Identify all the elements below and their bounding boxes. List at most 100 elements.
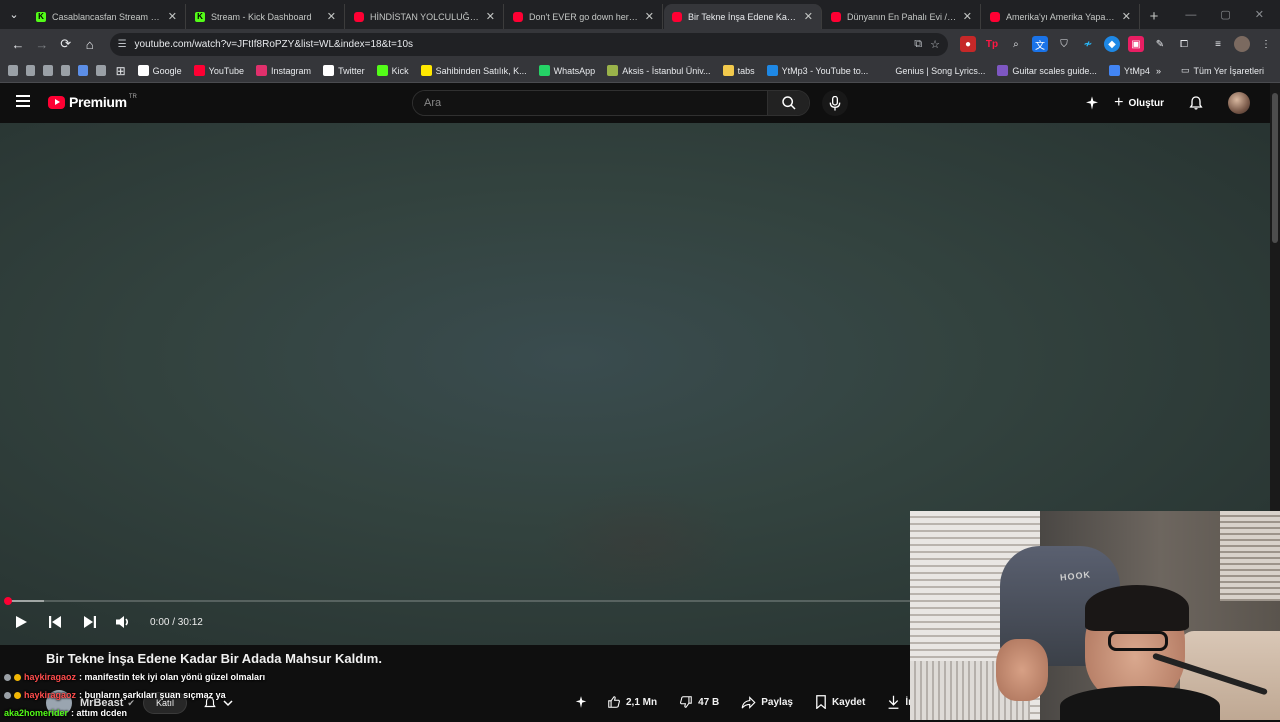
youtube-play-logo-icon <box>48 95 65 109</box>
volume-button[interactable] <box>106 609 140 635</box>
dislike-button[interactable]: 47 B <box>672 690 726 714</box>
webcam-streamer-hand <box>996 639 1048 701</box>
bookmark-item[interactable]: Kick <box>371 65 415 76</box>
account-avatar[interactable] <box>1228 92 1250 114</box>
bookmark-item[interactable]: Guitar scales guide... <box>991 65 1103 76</box>
bookmark-folder-icon[interactable] <box>78 65 88 76</box>
guide-menu-icon[interactable] <box>16 95 30 107</box>
bookmark-folder-icon[interactable] <box>25 65 36 76</box>
adblock-extension-icon[interactable]: ● <box>959 36 976 52</box>
tab-title: Bir Tekne İnşa Edene Kadar Bir A <box>688 11 798 22</box>
address-bar[interactable]: ☰ youtube.com/watch?v=JFtIf8RoPZY&list=W… <box>109 32 948 56</box>
like-button[interactable]: 2,1 Mn <box>600 690 664 714</box>
bookmark-folder-icon[interactable] <box>60 65 71 76</box>
search-input[interactable] <box>413 91 767 115</box>
eyedropper-extension-icon[interactable]: ✎ <box>1152 36 1168 52</box>
bookmark-label: YtMp3 - YouTube to... <box>781 65 869 76</box>
close-tab-icon[interactable]: ✕ <box>327 10 336 23</box>
extensions-puzzle-icon[interactable]: ⧠ <box>1176 36 1192 52</box>
folder-icon: ▭ <box>1180 65 1190 75</box>
browser-tab[interactable]: Don't EVER go down here... (Pa ✕ <box>505 4 663 29</box>
create-button[interactable]: + Oluştur <box>1114 94 1164 112</box>
bookmark-item[interactable]: tabs <box>717 65 761 76</box>
site-info-icon[interactable]: ☰ <box>118 39 127 50</box>
browser-menu-icon[interactable]: ⋮ <box>1258 36 1274 52</box>
kick-icon: K <box>36 11 46 22</box>
bookmark-list: Google YouTube Instagram Twitter Kick Sahibin… <box>132 65 1156 76</box>
close-window-icon[interactable]: ✕ <box>1255 8 1264 21</box>
close-tab-icon[interactable]: ✕ <box>168 10 177 23</box>
vpn-extension-icon[interactable]: ◆ <box>1103 36 1120 52</box>
close-tab-icon[interactable]: ✕ <box>963 10 972 23</box>
home-button[interactable]: ⌂ <box>78 32 102 56</box>
bookmark-label: Twitter <box>338 65 365 76</box>
bookmark-item[interactable]: YtMp3 - YouTube to... <box>761 65 875 76</box>
cast-extension-icon[interactable]: ▣ <box>1127 36 1144 52</box>
next-button[interactable] <box>72 609 106 635</box>
bookmark-item[interactable]: Aksis - İstanbul Üniv... <box>601 65 716 76</box>
reading-list-icon[interactable]: ≡ <box>1210 36 1226 52</box>
close-tab-icon[interactable]: ✕ <box>804 10 813 23</box>
back-button[interactable]: ← <box>6 32 30 56</box>
bookmark-item[interactable]: WhatsApp <box>533 65 602 76</box>
bookmark-star-icon[interactable]: ☆ <box>930 38 940 51</box>
previous-button[interactable] <box>38 609 72 635</box>
zoom-extension-icon[interactable]: ⌕ <box>1008 36 1024 52</box>
close-tab-icon[interactable]: ✕ <box>1122 10 1131 23</box>
minimize-icon[interactable]: — <box>1185 9 1196 21</box>
save-button[interactable]: Kaydet <box>808 690 872 714</box>
browser-tab[interactable]: K Stream - Kick Dashboard ✕ <box>187 4 345 29</box>
bookmark-item[interactable]: Sahibinden Satılık, K... <box>415 65 533 76</box>
bookmark-item[interactable]: Google <box>132 65 188 76</box>
bookmark-folder-icon[interactable] <box>8 65 18 76</box>
gemini-sparkle-icon[interactable] <box>1084 95 1100 111</box>
new-tab-button[interactable]: + <box>1141 4 1167 29</box>
share-label: Paylaş <box>761 696 793 708</box>
close-tab-icon[interactable]: ✕ <box>645 10 654 23</box>
notifications-bell-icon[interactable] <box>1188 95 1204 111</box>
bookmark-item[interactable]: YtMp4 <box>1103 65 1156 76</box>
profile-avatar-icon[interactable] <box>1233 36 1250 52</box>
browser-tab[interactable]: Bir Tekne İnşa Edene Kadar Bir A ✕ <box>664 4 822 29</box>
volume-icon <box>115 616 128 628</box>
tab-search-button[interactable]: ⌄ <box>0 0 28 29</box>
webcam-glasses <box>1108 631 1168 651</box>
apps-grid-icon[interactable]: ⊞ <box>110 64 132 78</box>
whatsapp-icon <box>538 65 550 76</box>
skip-next-icon <box>83 616 96 628</box>
browser-tab[interactable]: Amerika'yı Amerika Yapan Top ✕ <box>982 4 1140 29</box>
more-bookmarks-icon[interactable]: » <box>1156 66 1161 76</box>
maximize-icon[interactable]: ▢ <box>1220 8 1230 21</box>
bookmark-label: tabs <box>737 65 755 76</box>
bookmark-folder-icon[interactable] <box>43 65 53 76</box>
scrubber-knob[interactable] <box>4 597 12 605</box>
bookmark-label: YtMp4 <box>1123 65 1150 76</box>
reload-button[interactable]: ⟳ <box>54 32 78 56</box>
save-label: Kaydet <box>831 696 866 708</box>
forward-button[interactable]: → <box>30 32 54 56</box>
tw-extension-icon[interactable]: ≁ <box>1080 36 1096 52</box>
bookmark-item[interactable]: Genius | Song Lyrics... <box>874 65 991 76</box>
bookmark-item[interactable]: YouTube <box>188 65 250 76</box>
browser-tab[interactable]: HİNDİSTAN YOLCULUĞU VE HİN ✕ <box>346 4 504 29</box>
tab-list: K Casablancasfan Stream - Watch ✕ K Stream -… <box>28 0 1141 29</box>
youtube-premium-logo[interactable]: Premium TR <box>48 94 137 110</box>
translate-extension-icon[interactable]: 文 <box>1031 36 1048 52</box>
play-button[interactable] <box>4 609 38 635</box>
voice-search-button[interactable] <box>822 90 848 116</box>
bookmark-folder-icon[interactable] <box>95 65 106 76</box>
all-bookmarks-button[interactable]: ▭ Tüm Yer İşaretleri <box>1175 65 1270 76</box>
ask-ai-button[interactable] <box>570 690 592 714</box>
tp-extension-icon[interactable]: Tp <box>984 36 1000 52</box>
browser-tab[interactable]: K Casablancasfan Stream - Watch ✕ <box>28 4 186 29</box>
scrollbar-thumb[interactable] <box>1272 93 1278 243</box>
close-tab-icon[interactable]: ✕ <box>486 10 495 23</box>
shield-extension-icon[interactable]: ⛉ <box>1056 36 1072 52</box>
bookmark-item[interactable]: Twitter <box>317 65 371 76</box>
bookmark-label: Instagram <box>271 65 312 76</box>
bookmark-item[interactable]: Instagram <box>250 65 317 76</box>
install-app-icon[interactable]: ⧉ <box>914 38 922 51</box>
search-button[interactable] <box>767 91 809 115</box>
share-button[interactable]: Paylaş <box>734 690 800 714</box>
browser-tab[interactable]: Dünyanın En Pahalı Evi / New Y ✕ <box>823 4 981 29</box>
